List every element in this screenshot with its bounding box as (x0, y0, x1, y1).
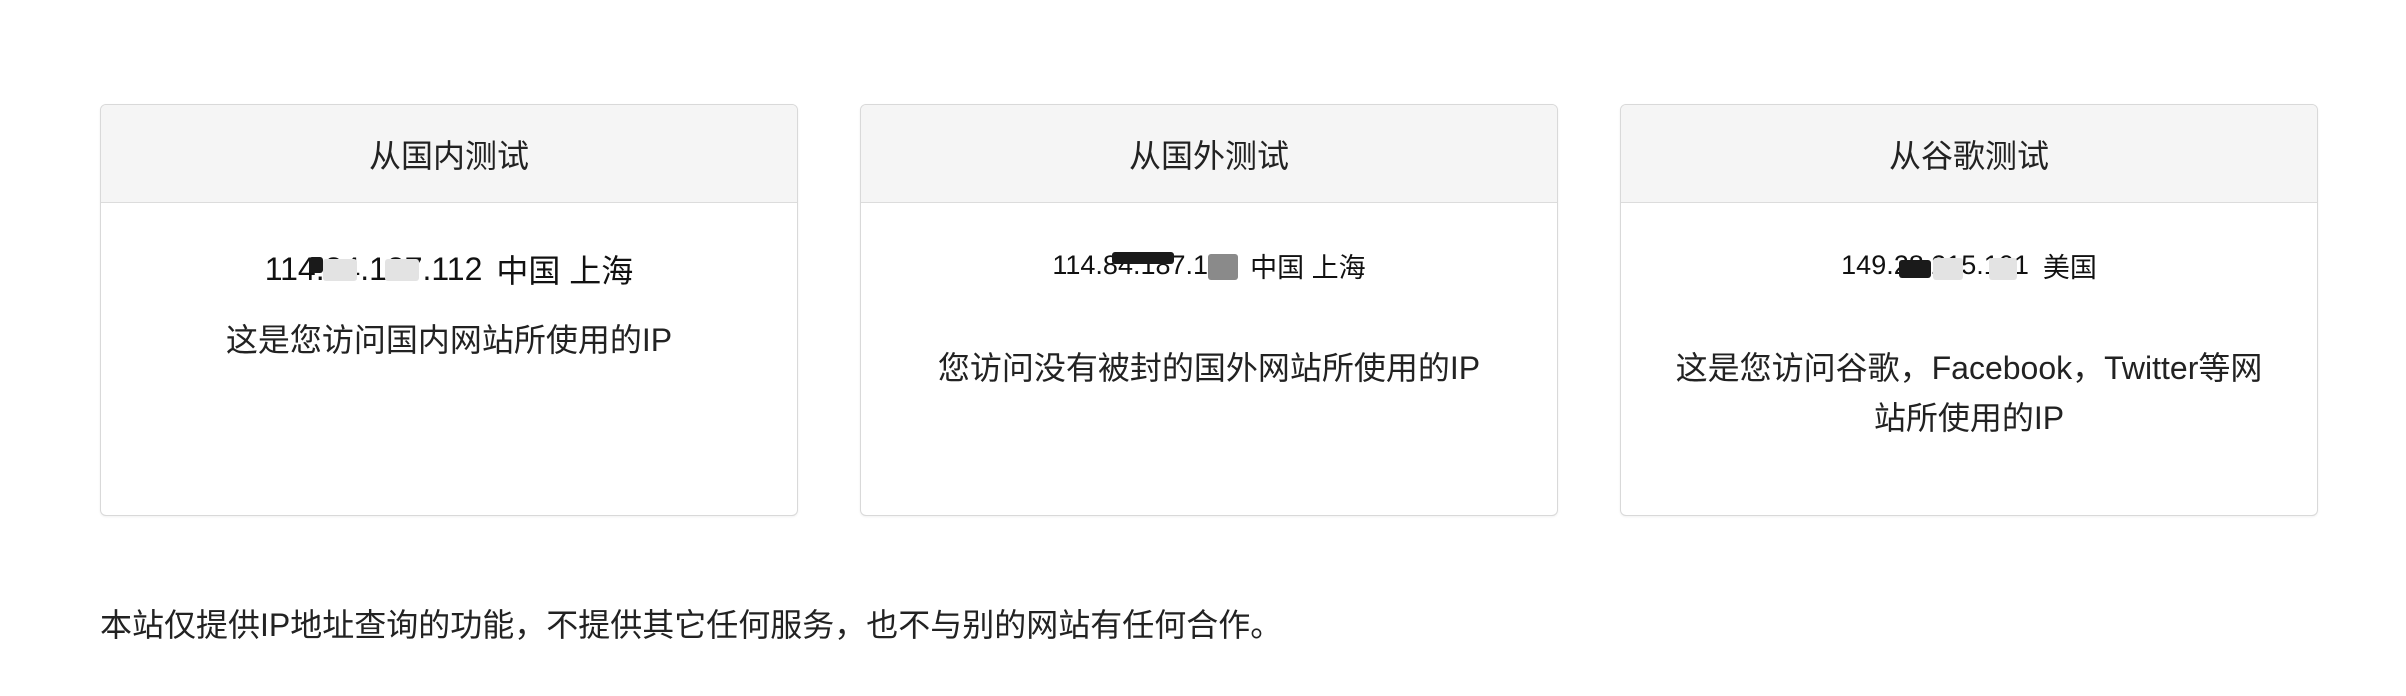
ip-line: 149.28.215.101 美国 (1661, 245, 2277, 285)
card-google-test: 从谷歌测试 149.28.215.101 美国 这是您访问谷歌，Facebook… (1620, 104, 2318, 516)
card-title: 从国内测试 (101, 105, 797, 203)
card-description: 这是您访问谷歌，Facebook，Twitter等网站所使用的IP (1675, 350, 2263, 436)
card-title: 从国外测试 (861, 105, 1557, 203)
ip-cards: 从国内测试 114.84.187.112 中国 上海 这是您访问国内网站所使用的… (100, 104, 2320, 516)
card-body: 114.84.187.112 中国 上海 您访问没有被封的国外网站所使用的IP (861, 245, 1557, 393)
card-domestic-test: 从国内测试 114.84.187.112 中国 上海 这是您访问国内网站所使用的… (100, 104, 798, 516)
card-overseas-test: 从国外测试 114.84.187.112 中国 上海 您访问没有被封的国外网站所… (860, 104, 1558, 516)
ip-location: 中国 上海 (496, 253, 634, 289)
ip-location: 美国 (2042, 252, 2097, 283)
card-title: 从谷歌测试 (1621, 105, 2317, 203)
ip-location: 中国 上海 (1250, 252, 1366, 283)
ip-address: 149.28.215.101 (1841, 250, 2029, 281)
card-description: 您访问没有被封的国外网站所使用的IP (937, 350, 1481, 386)
ip-address: 114.84.187.112 (264, 250, 483, 287)
ip-address: 114.84.187.112 (1052, 250, 1239, 281)
ip-line: 114.84.187.112 中国 上海 (141, 249, 757, 290)
card-description: 这是您访问国内网站所使用的IP (225, 322, 673, 358)
card-body: 114.84.187.112 中国 上海 这是您访问国内网站所使用的IP (101, 249, 797, 365)
footer-disclaimer: 本站仅提供IP地址查询的功能，不提供其它任何服务，也不与别的网站有任何合作。 (100, 607, 1283, 643)
card-body: 149.28.215.101 美国 这是您访问谷歌，Facebook，Twitt… (1621, 245, 2317, 443)
ip-line: 114.84.187.112 中国 上海 (901, 245, 1517, 285)
